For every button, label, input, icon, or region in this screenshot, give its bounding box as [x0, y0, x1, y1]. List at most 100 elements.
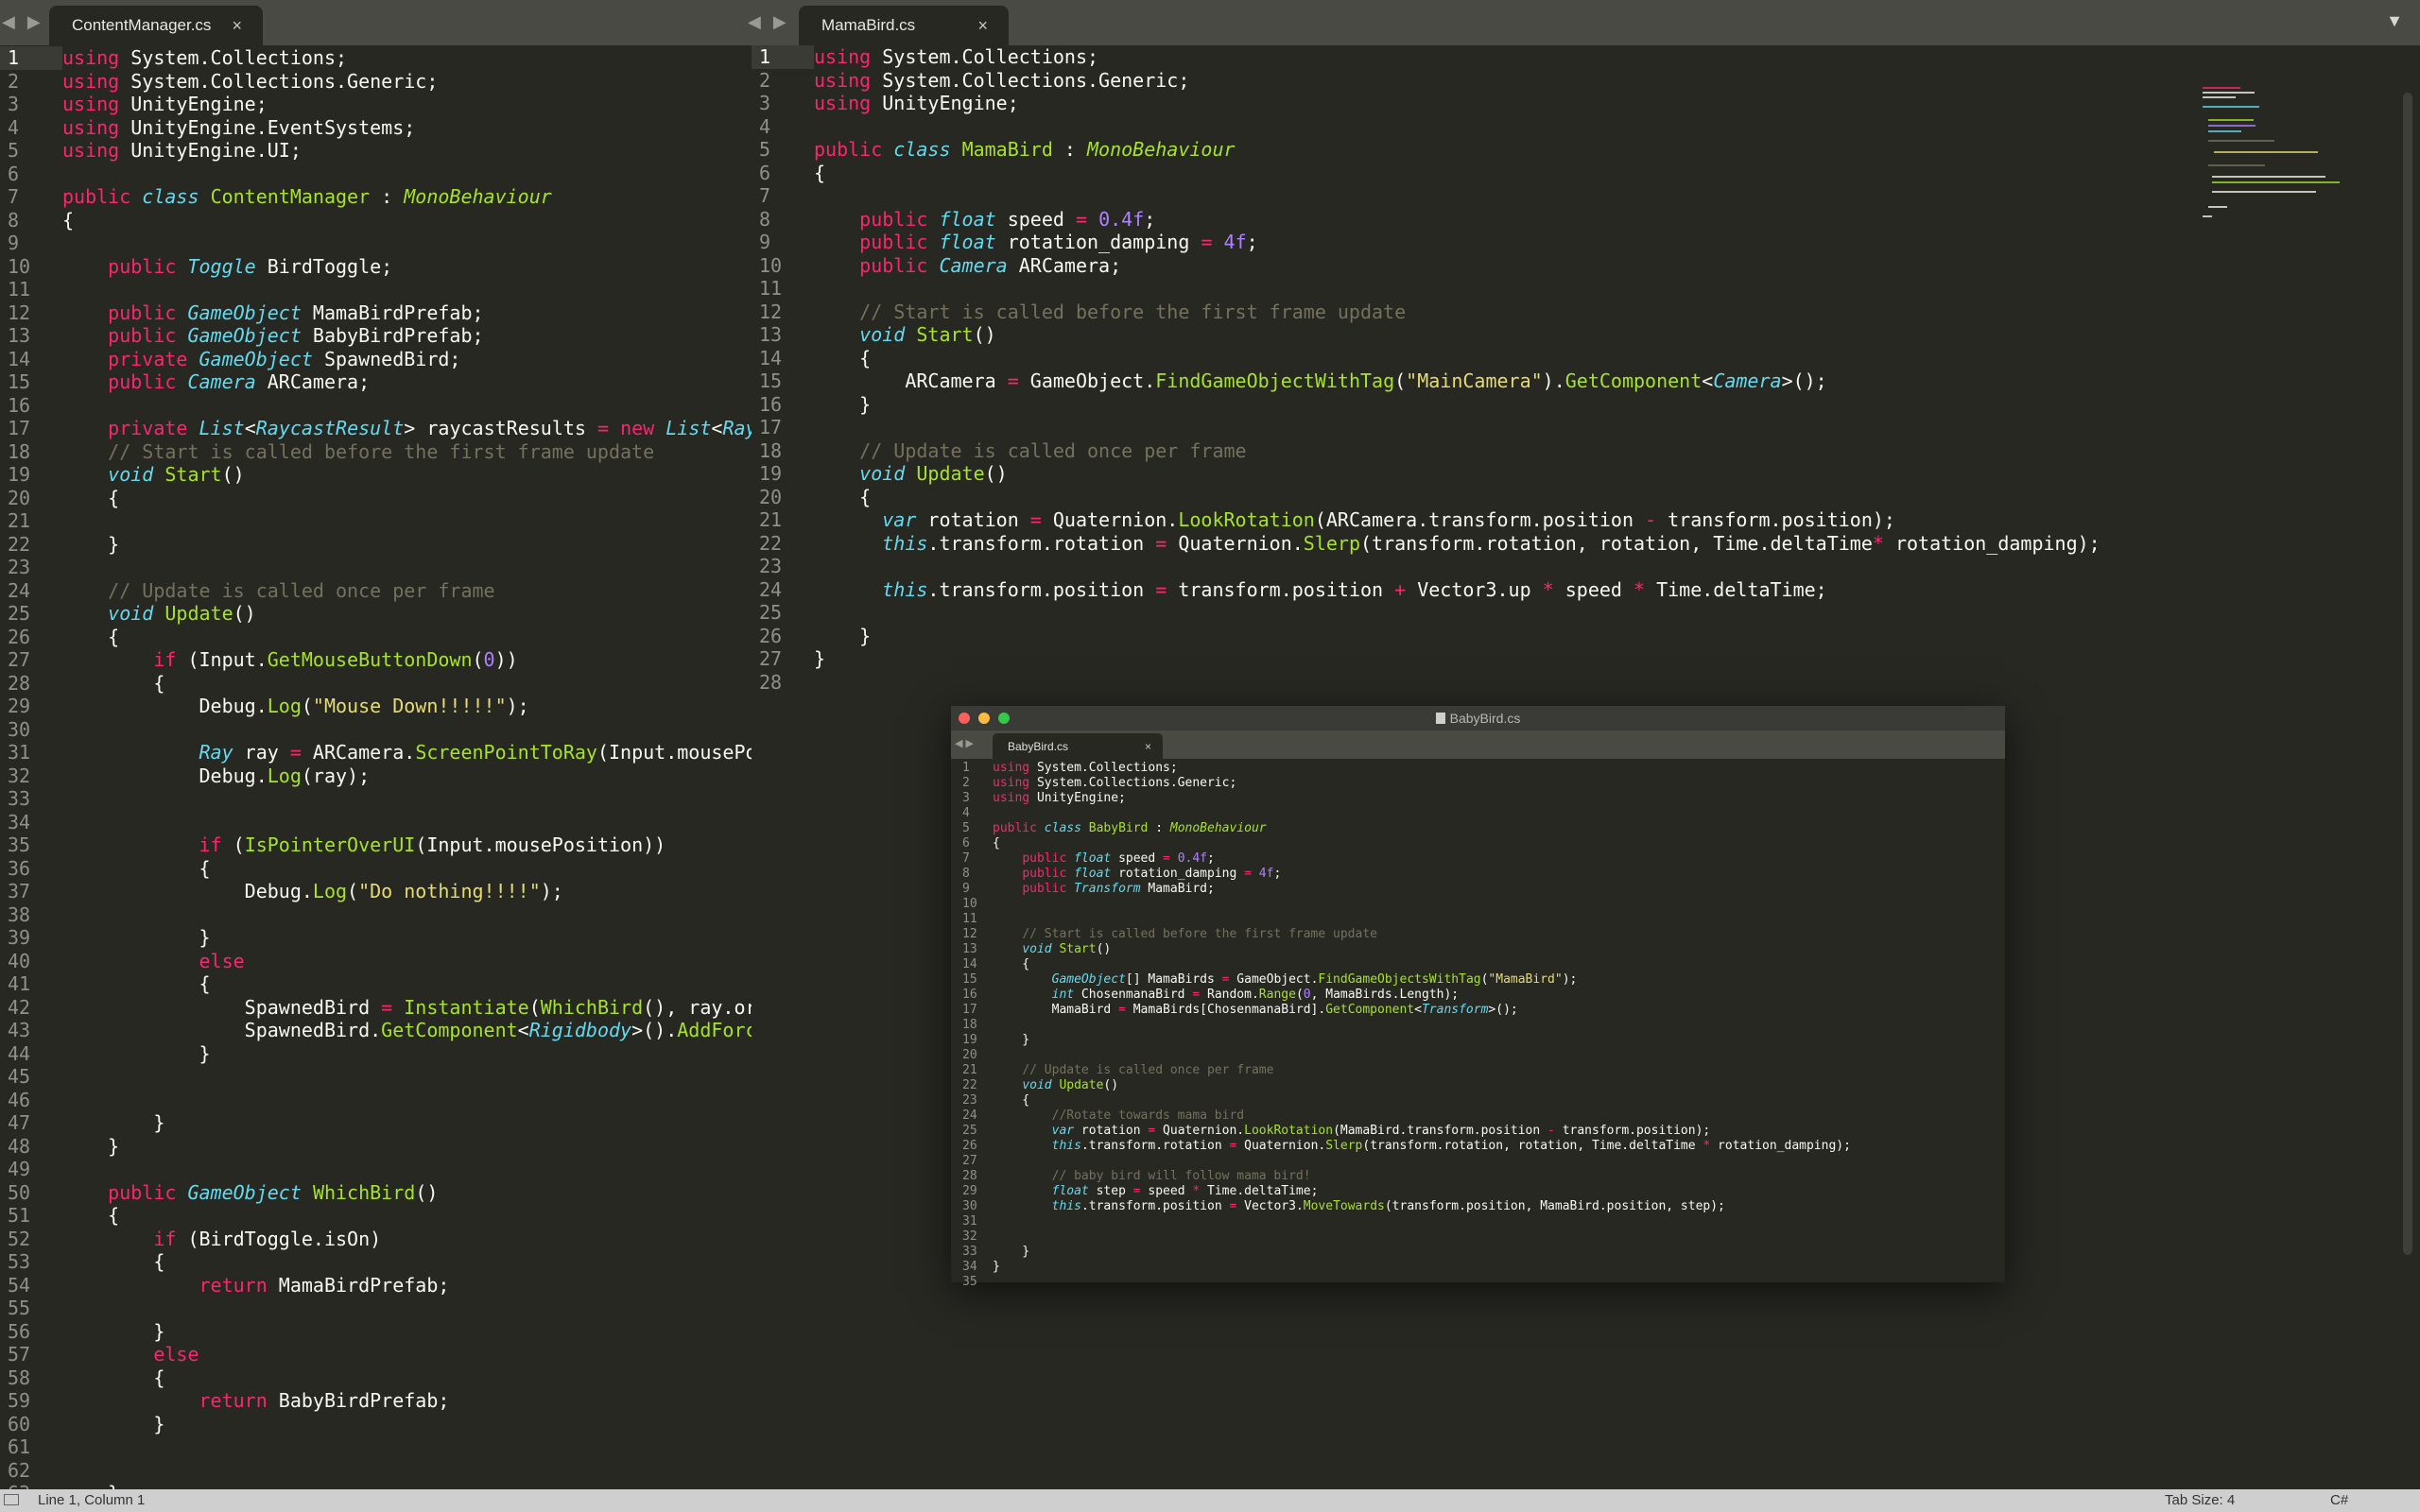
code-line[interactable]: 3 using UnityEngine; [951, 791, 2005, 806]
code-line[interactable]: 13 void Start() [951, 942, 2005, 957]
code-line[interactable]: 30 [0, 718, 752, 742]
code-line[interactable]: 13 public GameObject BabyBirdPrefab; [0, 324, 752, 348]
code-line[interactable]: 14 private GameObject SpawnedBird; [0, 348, 752, 371]
code-line[interactable]: 34} [951, 1260, 2005, 1275]
editor-contentmanager[interactable]: 1 using System.Collections; 2 using System.… [0, 45, 752, 1489]
code-line[interactable]: 16 [0, 394, 752, 418]
code-line[interactable]: 2 using System.Collections.Generic; [951, 776, 2005, 791]
code-line[interactable]: 62 [0, 1459, 752, 1483]
code-line[interactable]: 5 using UnityEngine.UI; [0, 139, 752, 163]
code-line[interactable]: 17 [752, 416, 2420, 439]
code-line[interactable]: 23 { [951, 1093, 2005, 1108]
code-line[interactable]: 27} [752, 647, 2420, 671]
code-line[interactable]: 58 { [0, 1366, 752, 1390]
code-line[interactable]: 22 void Update() [951, 1078, 2005, 1093]
code-line[interactable]: 28 { [0, 672, 752, 696]
code-line[interactable]: 15 ARCamera = GameObject.FindGameObjectW… [752, 369, 2420, 393]
babybird-window[interactable]: BabyBird.cs ◀ ▶ BabyBird.cs × 1 using Sys… [951, 706, 2005, 1289]
code-line[interactable]: 18 // Start is called before the first f… [0, 440, 752, 464]
code-line[interactable]: 40 else [0, 950, 752, 973]
code-line[interactable]: 9 public float rotation_damping = 4f; [752, 231, 2420, 254]
code-line[interactable]: 29 float step = speed * Time.deltaTime; [951, 1184, 2005, 1199]
code-line[interactable]: 11 [951, 912, 2005, 927]
code-line[interactable]: 5 public class BabyBird : MonoBehaviour [951, 821, 2005, 836]
code-line[interactable]: 63 } [0, 1482, 752, 1489]
code-line[interactable]: 23 [752, 555, 2420, 578]
code-line[interactable]: 50 public GameObject WhichBird() [0, 1181, 752, 1205]
code-line[interactable]: 16 int ChosenmanaBird = Random.Range(0, … [951, 988, 2005, 1003]
code-line[interactable]: 25 [752, 601, 2420, 625]
code-line[interactable]: 2 using System.Collections.Generic; [0, 70, 752, 94]
code-line[interactable]: 12 // Start is called before the first f… [951, 927, 2005, 942]
vertical-scrollbar[interactable] [2394, 45, 2420, 1489]
code-line[interactable]: 31 [951, 1214, 2005, 1229]
code-line[interactable]: 7 [752, 184, 2420, 208]
code-line[interactable]: 6{ [951, 836, 2005, 851]
code-line[interactable]: 33 } [951, 1245, 2005, 1260]
code-line[interactable]: 27 if (Input.GetMouseButtonDown(0)) [0, 648, 752, 672]
code-line[interactable]: 41 { [0, 972, 752, 996]
code-line[interactable]: 15 GameObject[] MamaBirds = GameObject.F… [951, 972, 2005, 988]
code-line[interactable]: 10 public Camera ARCamera; [752, 254, 2420, 278]
tab-list-dropdown-icon[interactable]: ▼ [2386, 11, 2403, 31]
code-line[interactable]: 6{ [752, 162, 2420, 185]
code-line[interactable]: 3 using UnityEngine; [0, 93, 752, 116]
code-line[interactable]: 10 [951, 897, 2005, 912]
code-line[interactable]: 14 { [951, 957, 2005, 972]
code-line[interactable]: 17 private List<RaycastResult> raycastRe… [0, 417, 752, 440]
code-line[interactable]: 39 } [0, 926, 752, 950]
code-line[interactable]: 38 [0, 903, 752, 927]
code-line[interactable]: 1 using System.Collections; [951, 761, 2005, 776]
tab-nav-arrows[interactable]: ◀ ▶ [2, 12, 44, 32]
tab-mamabird[interactable]: MamaBird.cs × [799, 6, 1009, 45]
minimap[interactable] [2203, 83, 2340, 291]
code-line[interactable]: 9 [0, 232, 752, 255]
code-line[interactable]: 18 [951, 1018, 2005, 1033]
code-line[interactable]: 8{ [0, 209, 752, 232]
tab-nav-arrows[interactable]: ◀ ▶ [955, 737, 974, 749]
code-line[interactable]: 55 [0, 1297, 752, 1320]
code-line[interactable]: 46 [0, 1089, 752, 1112]
code-line[interactable]: 32 Debug.Log(ray); [0, 765, 752, 788]
code-line[interactable]: 16 } [752, 393, 2420, 417]
code-line[interactable]: 8 public float rotation_damping = 4f; [951, 867, 2005, 882]
code-line[interactable]: 52 if (BirdToggle.isOn) [0, 1228, 752, 1251]
code-line[interactable]: 26 this.transform.rotation = Quaternion.… [951, 1139, 2005, 1154]
code-line[interactable]: 42 SpawnedBird = Instantiate(WhichBird()… [0, 996, 752, 1020]
panel-toggle-icon[interactable] [4, 1494, 19, 1505]
code-line[interactable]: 20 [951, 1048, 2005, 1063]
code-line[interactable]: 43 SpawnedBird.GetComponent<Rigidbody>()… [0, 1019, 752, 1042]
code-line[interactable]: 44 } [0, 1042, 752, 1066]
code-line[interactable]: 7 public float speed = 0.4f; [951, 851, 2005, 867]
code-line[interactable]: 37 Debug.Log("Do nothing!!!!"); [0, 880, 752, 903]
code-line[interactable]: 57 else [0, 1343, 752, 1366]
code-line[interactable]: 4 [752, 115, 2420, 139]
tab-nav-arrows[interactable]: ◀ ▶ [748, 12, 790, 32]
syntax-mode[interactable]: C# [2330, 1492, 2348, 1508]
code-line[interactable]: 10 public Toggle BirdToggle; [0, 255, 752, 279]
code-line[interactable]: 48 } [0, 1135, 752, 1159]
code-line[interactable]: 61 [0, 1435, 752, 1459]
code-line[interactable]: 11 [0, 278, 752, 301]
code-line[interactable]: 26 { [0, 626, 752, 649]
code-line[interactable]: 34 [0, 811, 752, 834]
window-title-bar[interactable]: BabyBird.cs [951, 706, 2005, 730]
code-line[interactable]: 5 public class MamaBird : MonoBehaviour [752, 138, 2420, 162]
code-line[interactable]: 4 using UnityEngine.EventSystems; [0, 116, 752, 140]
code-line[interactable]: 25 var rotation = Quaternion.LookRotatio… [951, 1124, 2005, 1139]
code-line[interactable]: 6 [0, 163, 752, 186]
code-line[interactable]: 21 var rotation = Quaternion.LookRotatio… [752, 508, 2420, 532]
code-line[interactable]: 1 using System.Collections; [752, 45, 2420, 69]
editor-babybird[interactable]: 1 using System.Collections; 2 using System.… [951, 759, 2005, 1290]
code-line[interactable]: 24 // Update is called once per frame [0, 579, 752, 603]
code-line[interactable]: 36 { [0, 857, 752, 881]
close-icon[interactable]: × [977, 16, 988, 36]
code-line[interactable]: 56 } [0, 1320, 752, 1344]
code-line[interactable]: 51 { [0, 1204, 752, 1228]
code-line[interactable]: 59 return BabyBirdPrefab; [0, 1389, 752, 1413]
code-line[interactable]: 24 this.transform.position = transform.p… [752, 578, 2420, 602]
code-line[interactable]: 24 //Rotate towards mama bird [951, 1108, 2005, 1124]
code-line[interactable]: 30 this.transform.position = Vector3.Mov… [951, 1199, 2005, 1214]
code-line[interactable]: 31 Ray ray = ARCamera.ScreenPointToRay(I… [0, 741, 752, 765]
code-line[interactable]: 29 Debug.Log("Mouse Down!!!!!"); [0, 695, 752, 718]
